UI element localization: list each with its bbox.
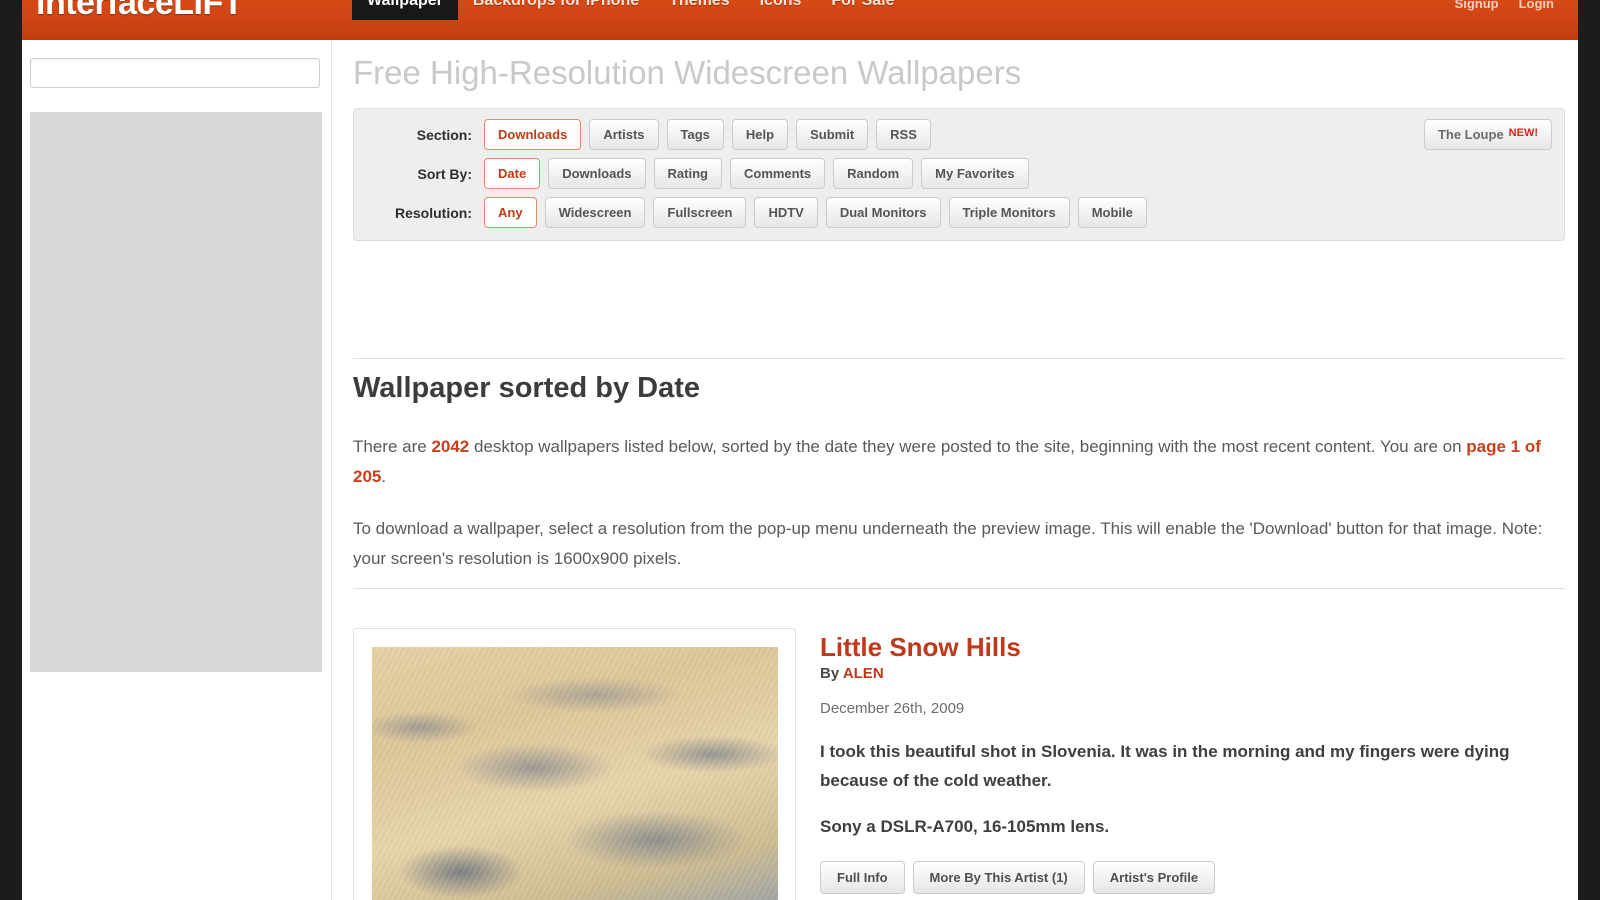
sort-button-random[interactable]: Random — [833, 158, 914, 189]
resolution-button-any[interactable]: Any — [484, 197, 537, 228]
results-heading: Wallpaper sorted by Date — [353, 372, 701, 404]
filter-panel: Section: Downloads Artists Tags Help Sub… — [353, 108, 1565, 241]
sort-button-downloads[interactable]: Downloads — [548, 158, 646, 189]
by-label: By — [820, 665, 840, 682]
main-navigation: Wallpaper Backdrops for iPhone Themes Ic… — [352, 0, 910, 20]
sort-button-date[interactable]: Date — [484, 158, 541, 189]
filter-row-resolution: Resolution: Any Widescreen Fullscreen HD… — [366, 197, 1552, 228]
resolution-button-fullscreen[interactable]: Fullscreen — [653, 197, 747, 228]
resolution-button-widescreen[interactable]: Widescreen — [544, 197, 646, 228]
resolution-label: Resolution: — [395, 204, 472, 221]
divider-above-heading — [353, 358, 1565, 359]
browser-viewport: interfaceLIFT Wallpaper Backdrops for iP… — [0, 0, 1600, 900]
intro-paragraph-2: To download a wallpaper, select a resolu… — [353, 519, 1543, 568]
section-button-downloads[interactable]: Downloads — [484, 119, 582, 150]
intro-p1-part-a: There are — [353, 437, 432, 456]
full-info-button[interactable]: Full Info — [820, 861, 905, 894]
wallpaper-date: December 26th, 2009 — [820, 700, 965, 717]
resolution-button-triple-monitors[interactable]: Triple Monitors — [948, 197, 1070, 228]
wallpaper-item-info: Little Snow Hills By ALEN December 26th,… — [820, 628, 1565, 900]
artists-profile-button[interactable]: Artist's Profile — [1092, 861, 1216, 894]
artist-link[interactable]: ALEN — [843, 665, 884, 682]
nav-item-for-sale[interactable]: For Sale — [816, 0, 909, 20]
the-loupe-label: The Loupe — [1437, 127, 1504, 142]
sort-button-my-favorites[interactable]: My Favorites — [921, 158, 1029, 189]
intro-p1-part-c: . — [381, 467, 387, 486]
sidebar-ad-placeholder — [30, 112, 322, 672]
wallpaper-thumbnail-box: Select a resolution... Download — [353, 628, 796, 900]
divider-above-item — [353, 588, 1565, 589]
content-area: Free High-Resolution Widescreen Wallpape… — [333, 40, 1578, 900]
intro-p1-part-b: desktop wallpapers listed below, sorted … — [469, 437, 1467, 456]
section-label: Section: — [416, 126, 472, 143]
site-logo[interactable]: interfaceLIFT — [36, 0, 243, 23]
wallpaper-action-buttons: Full Info More By This Artist (1) Artist… — [820, 861, 1565, 894]
page-title: Free High-Resolution Widescreen Wallpape… — [353, 54, 1022, 91]
page-gutter-left — [0, 0, 22, 900]
wallpaper-author-line: By ALEN — [820, 665, 1565, 682]
resolution-button-dual-monitors[interactable]: Dual Monitors — [825, 197, 941, 228]
user-navigation: Signup Login — [1445, 0, 1564, 20]
wallpaper-title[interactable]: Little Snow Hills — [820, 632, 1565, 663]
section-button-submit[interactable]: Submit — [796, 119, 869, 150]
page-body: Free High-Resolution Widescreen Wallpape… — [22, 40, 1578, 900]
nav-item-wallpaper[interactable]: Wallpaper — [352, 0, 458, 20]
sort-button-rating[interactable]: Rating — [653, 158, 722, 189]
intro-paragraph-1: There are 2042 desktop wallpapers listed… — [353, 432, 1543, 492]
filter-row-sort-by: Sort By: Date Downloads Rating Comments … — [366, 158, 1552, 189]
section-button-artists[interactable]: Artists — [589, 119, 659, 150]
wallpaper-description: I took this beautiful shot in Slovenia. … — [820, 742, 1510, 790]
the-loupe-button[interactable]: The Loupe NEW! — [1423, 119, 1552, 150]
page-gutter-right — [1578, 0, 1600, 900]
wallpaper-item: Select a resolution... Download Little S… — [353, 628, 1565, 900]
section-button-tags[interactable]: Tags — [666, 119, 724, 150]
site-header: interfaceLIFT Wallpaper Backdrops for iP… — [22, 0, 1578, 40]
resolution-button-hdtv[interactable]: HDTV — [754, 197, 818, 228]
filter-row-section: Section: Downloads Artists Tags Help Sub… — [366, 119, 1552, 150]
wallpaper-count: 2042 — [431, 437, 470, 456]
section-button-help[interactable]: Help — [731, 119, 789, 150]
nav-item-themes[interactable]: Themes — [654, 0, 744, 20]
section-button-rss[interactable]: RSS — [876, 119, 931, 150]
intro-text: There are 2042 desktop wallpapers listed… — [353, 432, 1543, 596]
wallpaper-camera-info: Sony a DSLR-A700, 16-105mm lens. — [820, 817, 1110, 836]
sidebar — [22, 40, 332, 900]
resolution-button-mobile[interactable]: Mobile — [1077, 197, 1147, 228]
wallpaper-preview-image[interactable] — [372, 647, 778, 900]
sort-by-label: Sort By: — [417, 165, 472, 182]
more-by-this-artist-button[interactable]: More By This Artist (1) — [912, 861, 1085, 894]
nav-item-icons[interactable]: Icons — [745, 0, 817, 20]
sort-button-comments[interactable]: Comments — [729, 158, 826, 189]
login-link[interactable]: Login — [1509, 0, 1564, 20]
nav-item-backdrops-for-iphone[interactable]: Backdrops for iPhone — [458, 0, 654, 20]
signup-link[interactable]: Signup — [1445, 0, 1509, 20]
search-input[interactable] — [30, 58, 320, 88]
the-loupe-new-badge: NEW! — [1508, 127, 1538, 139]
